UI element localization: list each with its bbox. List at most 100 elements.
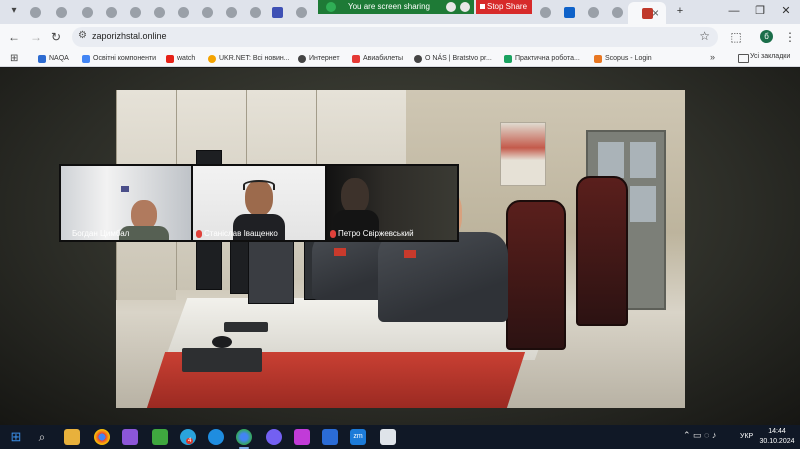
all-bookmarks-label: Усі закладки xyxy=(750,53,791,60)
tab-favicon-icon xyxy=(563,6,575,18)
browser-toolbar: ← → ↻ ⚙ zaporizhstal.online ☆ ⬚ б ⋮ xyxy=(0,24,800,50)
bookmark-item[interactable]: Освітні компоненти xyxy=(82,53,156,65)
bookmark-label: O NÁS | Bratstvo pr... xyxy=(425,55,492,62)
browser-tab[interactable] xyxy=(100,4,122,20)
chrome-icon[interactable] xyxy=(236,429,252,445)
bookmark-item[interactable]: Scopus - Login xyxy=(594,53,652,65)
tab-favicon-icon xyxy=(587,6,599,18)
browser-tab[interactable] xyxy=(196,4,218,20)
bookmark-label: Scopus - Login xyxy=(605,55,652,62)
new-tab-button[interactable]: + xyxy=(670,2,690,20)
bookmark-star-icon[interactable]: ☆ xyxy=(699,29,710,43)
input-language[interactable]: УКР xyxy=(740,433,753,440)
youtube-icon xyxy=(166,55,174,63)
apps-grid-icon[interactable]: ⊞ xyxy=(10,53,18,64)
browser-tab[interactable] xyxy=(76,4,98,20)
shared-presentation-photo xyxy=(116,90,685,408)
stop-share-button[interactable]: Stop Share xyxy=(476,0,532,14)
mic-muted-icon xyxy=(196,230,202,238)
share-settings-icon[interactable] xyxy=(460,2,470,12)
windows-start-icon[interactable]: ⊞ xyxy=(8,429,24,445)
tab-favicon-icon xyxy=(129,6,141,18)
tab-search-icon[interactable]: ▾ xyxy=(6,3,22,19)
browser-tab[interactable] xyxy=(220,4,242,20)
bookmark-item[interactable]: Интернет xyxy=(298,53,340,65)
address-bar[interactable]: ⚙ zaporizhstal.online ☆ xyxy=(72,27,718,47)
app-icon[interactable] xyxy=(122,429,138,445)
keyboard xyxy=(182,348,262,372)
app-icon[interactable] xyxy=(380,429,396,445)
reload-icon[interactable]: ↻ xyxy=(48,29,64,45)
menu-icon[interactable]: ⋮ xyxy=(782,29,798,45)
minimize-button[interactable]: — xyxy=(724,2,744,20)
browser-tab[interactable] xyxy=(558,4,580,20)
back-icon[interactable]: ← xyxy=(6,29,22,45)
close-window-button[interactable]: ✕ xyxy=(776,2,796,20)
tab-favicon-icon xyxy=(201,6,213,18)
bookmark-item[interactable]: NAQA xyxy=(38,53,69,65)
wall-picture xyxy=(121,186,129,192)
globe-icon xyxy=(298,55,306,63)
browser-tab[interactable] xyxy=(50,4,72,20)
bookmark-item[interactable]: Авиабилеты xyxy=(352,53,403,65)
profile-avatar[interactable]: б xyxy=(760,30,773,43)
windows-taskbar: ⊞ ⌕ 4 zm ⌃ ▭ ◌ ♪ УКР 14:44 30.10.2024 xyxy=(0,425,800,449)
bookmark-item[interactable]: watch xyxy=(166,53,195,65)
browser-tab[interactable] xyxy=(534,4,556,20)
browser-tab[interactable] xyxy=(244,4,266,20)
bookmark-item[interactable]: Практична робота... xyxy=(504,53,580,65)
bookmark-item[interactable]: UKR.NET: Всі новин... xyxy=(208,53,290,65)
screen-share-status: You are screen sharing xyxy=(348,2,430,11)
participant-video-strip: Богдан Цимбал Станіслав Іващенко Петро С… xyxy=(59,164,459,242)
shared-screen-area: Богдан Цимбал Станіслав Іващенко Петро С… xyxy=(0,68,800,425)
bookmark-label: watch xyxy=(177,55,196,62)
close-tab-icon[interactable]: × xyxy=(652,6,659,20)
bookmark-favicon-icon xyxy=(504,55,512,63)
browser-tab-active[interactable]: × xyxy=(628,2,666,24)
participant-tile[interactable]: Станіслав Іващенко xyxy=(193,166,325,240)
browser-tab[interactable] xyxy=(148,4,170,20)
bookmark-label: Практична робота... xyxy=(515,55,580,62)
site-info-icon[interactable]: ⚙ xyxy=(78,30,87,41)
all-bookmarks-button[interactable]: Усі закладки xyxy=(738,53,791,63)
bookmark-item[interactable]: O NÁS | Bratstvo pr... xyxy=(414,53,492,65)
operator-chair xyxy=(576,176,628,326)
mic-icon[interactable] xyxy=(446,2,456,12)
participant-name: Станіслав Іващенко xyxy=(196,229,278,238)
browser-tab[interactable] xyxy=(124,4,146,20)
tab-favicon-icon xyxy=(29,6,41,18)
browser-tab[interactable] xyxy=(266,4,288,20)
forward-icon[interactable]: → xyxy=(28,29,44,45)
viber-icon[interactable] xyxy=(266,429,282,445)
zoom-icon[interactable]: zm xyxy=(350,429,366,445)
chrome-icon[interactable] xyxy=(94,429,110,445)
clock[interactable]: 14:44 30.10.2024 xyxy=(756,427,798,447)
tab-favicon-icon xyxy=(611,6,623,18)
share-status-icon xyxy=(326,2,336,12)
participant-tile[interactable]: Богдан Цимбал xyxy=(61,166,191,240)
search-icon[interactable]: ⌕ xyxy=(34,429,50,445)
telegram-icon[interactable]: 4 xyxy=(180,429,196,445)
extensions-icon[interactable]: ⬚ xyxy=(728,29,744,45)
participant-tile[interactable]: Петро Свіржевський xyxy=(327,166,457,240)
browser-tab[interactable] xyxy=(172,4,194,20)
browser-tab[interactable] xyxy=(24,4,46,20)
file-explorer-icon[interactable] xyxy=(64,429,80,445)
participant-name: Богдан Цимбал xyxy=(72,229,130,238)
system-tray[interactable]: ⌃ ▭ ◌ ♪ xyxy=(683,430,716,441)
door-window xyxy=(630,142,656,178)
app-icon[interactable] xyxy=(294,429,310,445)
edge-icon[interactable] xyxy=(208,429,224,445)
url-text[interactable]: zaporizhstal.online xyxy=(92,31,167,41)
download-icon[interactable] xyxy=(152,429,168,445)
bookmarks-bar: NAQA Освітні компоненти watch UKR.NET: В… xyxy=(0,50,800,67)
jacket-logo xyxy=(334,248,346,256)
browser-tab[interactable] xyxy=(582,4,604,20)
bookmark-label: Интернет xyxy=(309,55,340,62)
maximize-button[interactable]: ❐ xyxy=(750,2,770,20)
browser-tab[interactable] xyxy=(290,4,312,20)
participant-name: Петро Свіржевський xyxy=(330,229,414,238)
word-icon[interactable] xyxy=(322,429,338,445)
browser-tab[interactable] xyxy=(606,4,628,20)
bookmarks-overflow-icon[interactable]: » xyxy=(710,52,715,62)
